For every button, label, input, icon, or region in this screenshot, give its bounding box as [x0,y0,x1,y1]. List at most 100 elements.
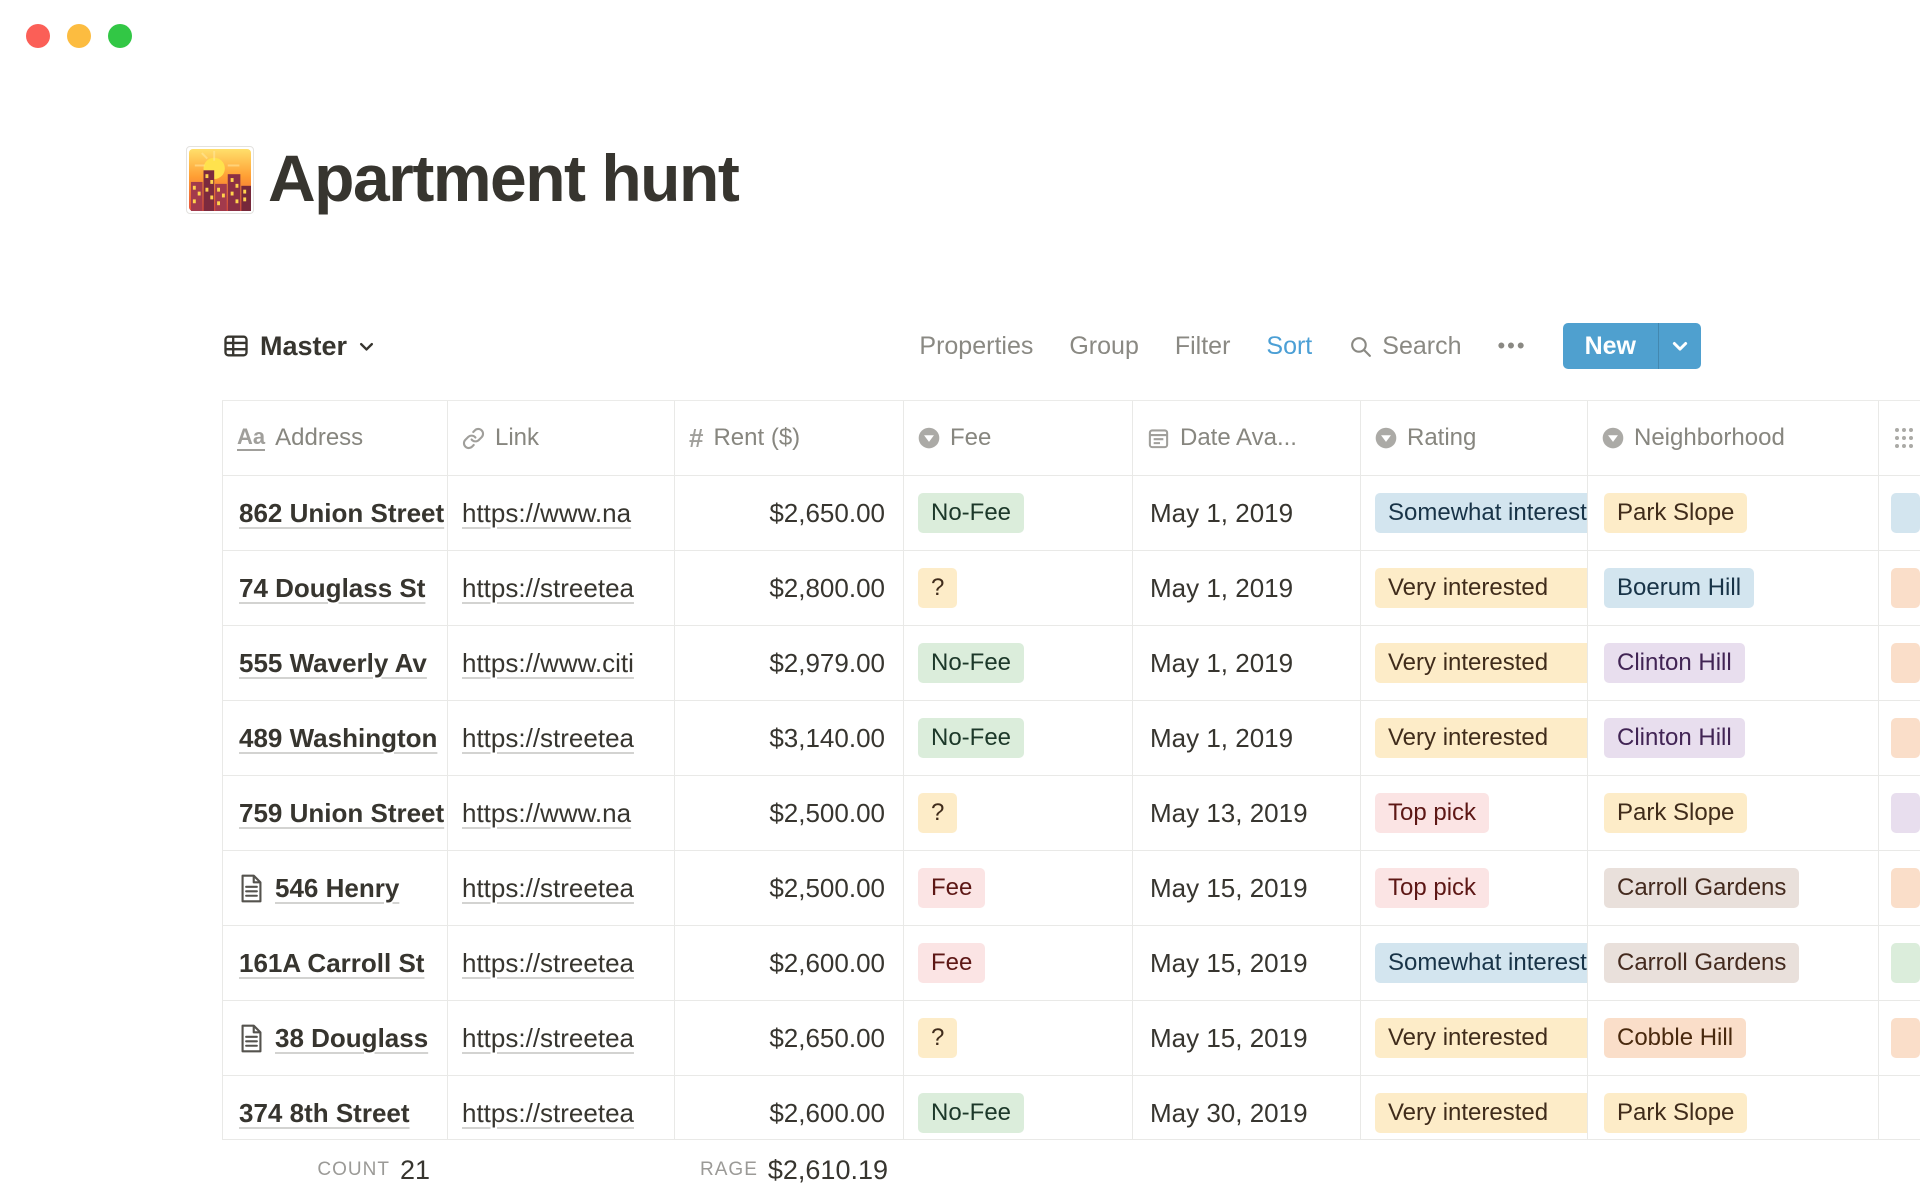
select-tag-partial [1891,868,1920,908]
rating-cell[interactable]: Very interested [1361,626,1588,700]
toolbar-item-filter[interactable]: Filter [1175,332,1231,361]
link-cell[interactable]: https://streetea [448,551,675,625]
column-header-fee[interactable]: Fee [904,401,1133,475]
address-cell[interactable]: 759 Union Street [222,776,448,850]
neighborhood-cell[interactable]: Carroll Gardens [1588,926,1879,1000]
neighborhood-cell[interactable]: Park Slope [1588,776,1879,850]
date-available-cell[interactable]: May 15, 2019 [1133,851,1361,925]
new-button-dropdown[interactable] [1658,323,1701,369]
rent-cell[interactable]: $2,800.00 [675,551,904,625]
minimize-window-button[interactable] [67,24,91,48]
date-available-cell[interactable]: May 15, 2019 [1133,1001,1361,1075]
average-value: $2,610.19 [768,1155,888,1186]
partial-column-cell[interactable] [1879,776,1920,850]
address-cell[interactable]: 74 Douglass St [222,551,448,625]
address-cell[interactable]: 489 Washington [222,701,448,775]
column-label: Neighborhood [1634,424,1785,452]
view-switcher[interactable]: Master [222,331,376,362]
rating-cell[interactable]: Very interested [1361,701,1588,775]
rating-cell[interactable]: Very interested [1361,1001,1588,1075]
rating-cell[interactable]: Somewhat interested [1361,926,1588,1000]
neighborhood-cell[interactable]: Clinton Hill [1588,701,1879,775]
fee-cell[interactable]: No-Fee [904,476,1133,550]
date-available-cell[interactable]: May 1, 2019 [1133,476,1361,550]
partial-column-cell[interactable] [1879,926,1920,1000]
select-tag: Park Slope [1604,493,1747,533]
rating-cell[interactable]: Very interested [1361,551,1588,625]
toolbar-item-group[interactable]: Group [1069,332,1138,361]
more-options-button[interactable]: ••• [1497,333,1526,359]
link-cell[interactable]: https://streetea [448,851,675,925]
column-header-date-ava[interactable]: Date Ava... [1133,401,1361,475]
neighborhood-cell[interactable]: Cobble Hill [1588,1001,1879,1075]
fee-cell[interactable]: ? [904,551,1133,625]
link-cell[interactable]: https://streetea [448,926,675,1000]
neighborhood-cell[interactable]: Park Slope [1588,1076,1879,1140]
date-available-cell[interactable]: May 1, 2019 [1133,701,1361,775]
date-available-cell[interactable]: May 15, 2019 [1133,926,1361,1000]
partial-column-cell[interactable] [1879,1076,1920,1140]
rating-cell[interactable]: Somewhat interested [1361,476,1588,550]
rating-cell[interactable]: Very interested [1361,1076,1588,1140]
neighborhood-cell[interactable]: Clinton Hill [1588,626,1879,700]
column-header-neighborhood[interactable]: Neighborhood [1588,401,1879,475]
rent-cell[interactable]: $2,600.00 [675,926,904,1000]
address-cell[interactable]: 862 Union Street [222,476,448,550]
average-calculation[interactable]: RAGE $2,610.19 [675,1140,888,1200]
toolbar-item-sort[interactable]: Sort [1266,332,1312,361]
fee-cell[interactable]: ? [904,1001,1133,1075]
fee-cell[interactable]: No-Fee [904,1076,1133,1140]
partial-column-cell[interactable] [1879,851,1920,925]
count-calculation[interactable]: COUNT 21 [222,1140,430,1200]
rent-cell[interactable]: $2,650.00 [675,476,904,550]
date-available-cell[interactable]: May 1, 2019 [1133,551,1361,625]
neighborhood-cell[interactable]: Park Slope [1588,476,1879,550]
page-emoji-icon[interactable] [186,146,254,214]
column-header-address[interactable]: AaAddress [222,401,448,475]
partial-column-cell[interactable] [1879,551,1920,625]
rating-cell[interactable]: Top pick [1361,851,1588,925]
fee-cell[interactable]: Fee [904,926,1133,1000]
rent-cell[interactable]: $2,650.00 [675,1001,904,1075]
column-header-link[interactable]: Link [448,401,675,475]
column-header-rating[interactable]: Rating [1361,401,1588,475]
fee-cell[interactable]: No-Fee [904,701,1133,775]
date-available-cell[interactable]: May 1, 2019 [1133,626,1361,700]
partial-column-cell[interactable] [1879,476,1920,550]
close-window-button[interactable] [26,24,50,48]
date-available-cell[interactable]: May 13, 2019 [1133,776,1361,850]
address-cell[interactable]: 161A Carroll St [222,926,448,1000]
link-cell[interactable]: https://www.na [448,476,675,550]
link-cell[interactable]: https://streetea [448,1001,675,1075]
toolbar-item-properties[interactable]: Properties [919,332,1033,361]
rating-cell[interactable]: Top pick [1361,776,1588,850]
address-cell[interactable]: 546 Henry [222,851,448,925]
fee-cell[interactable]: Fee [904,851,1133,925]
fee-cell[interactable]: No-Fee [904,626,1133,700]
address-cell[interactable]: 374 8th Street [222,1076,448,1140]
rent-cell[interactable]: $3,140.00 [675,701,904,775]
rent-cell[interactable]: $2,500.00 [675,851,904,925]
new-record-button[interactable]: New [1563,323,1701,369]
neighborhood-cell[interactable]: Carroll Gardens [1588,851,1879,925]
link-cell[interactable]: https://streetea [448,701,675,775]
link-cell[interactable]: https://www.citi [448,626,675,700]
zoom-window-button[interactable] [108,24,132,48]
partial-column-cell[interactable] [1879,701,1920,775]
address-cell[interactable]: 555 Waverly Av [222,626,448,700]
page-title[interactable]: Apartment hunt [268,140,738,216]
search-button[interactable]: Search [1348,332,1461,361]
column-header-partial[interactable] [1879,401,1920,475]
link-cell[interactable]: https://www.na [448,776,675,850]
partial-column-cell[interactable] [1879,626,1920,700]
address-cell[interactable]: 38 Douglass [222,1001,448,1075]
rent-cell[interactable]: $2,600.00 [675,1076,904,1140]
column-header-rent[interactable]: #Rent ($) [675,401,904,475]
partial-column-cell[interactable] [1879,1001,1920,1075]
neighborhood-cell[interactable]: Boerum Hill [1588,551,1879,625]
link-cell[interactable]: https://streetea [448,1076,675,1140]
fee-cell[interactable]: ? [904,776,1133,850]
rent-cell[interactable]: $2,979.00 [675,626,904,700]
date-available-cell[interactable]: May 30, 2019 [1133,1076,1361,1140]
rent-cell[interactable]: $2,500.00 [675,776,904,850]
